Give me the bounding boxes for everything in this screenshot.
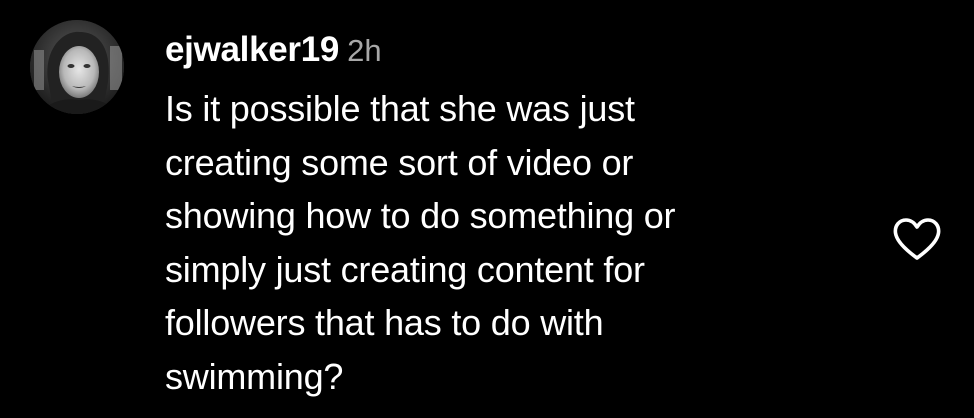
comment-item: ejwalker19 2h Is it possible that she was… [0,0,974,418]
user-avatar-icon [30,20,124,114]
heart-outline-icon [893,218,941,260]
timestamp: 2h [347,33,382,68]
comment-text-line: showing how to do something or [165,195,676,236]
comment-text-line: creating some sort of video or [165,141,634,183]
comment-text-line: swimming? [165,355,344,397]
comment-text-line: followers that has to do with [165,302,604,343]
comment-text: Is it possible that she was just creatin… [165,82,845,403]
like-button[interactable] [891,216,943,262]
comment-text-line: simply just creating content for [165,248,645,290]
comment-text-line: Is it possible that she was just [165,88,635,129]
avatar[interactable] [30,20,124,114]
comment-header: ejwalker19 2h [165,28,382,72]
username[interactable]: ejwalker19 [165,30,339,69]
